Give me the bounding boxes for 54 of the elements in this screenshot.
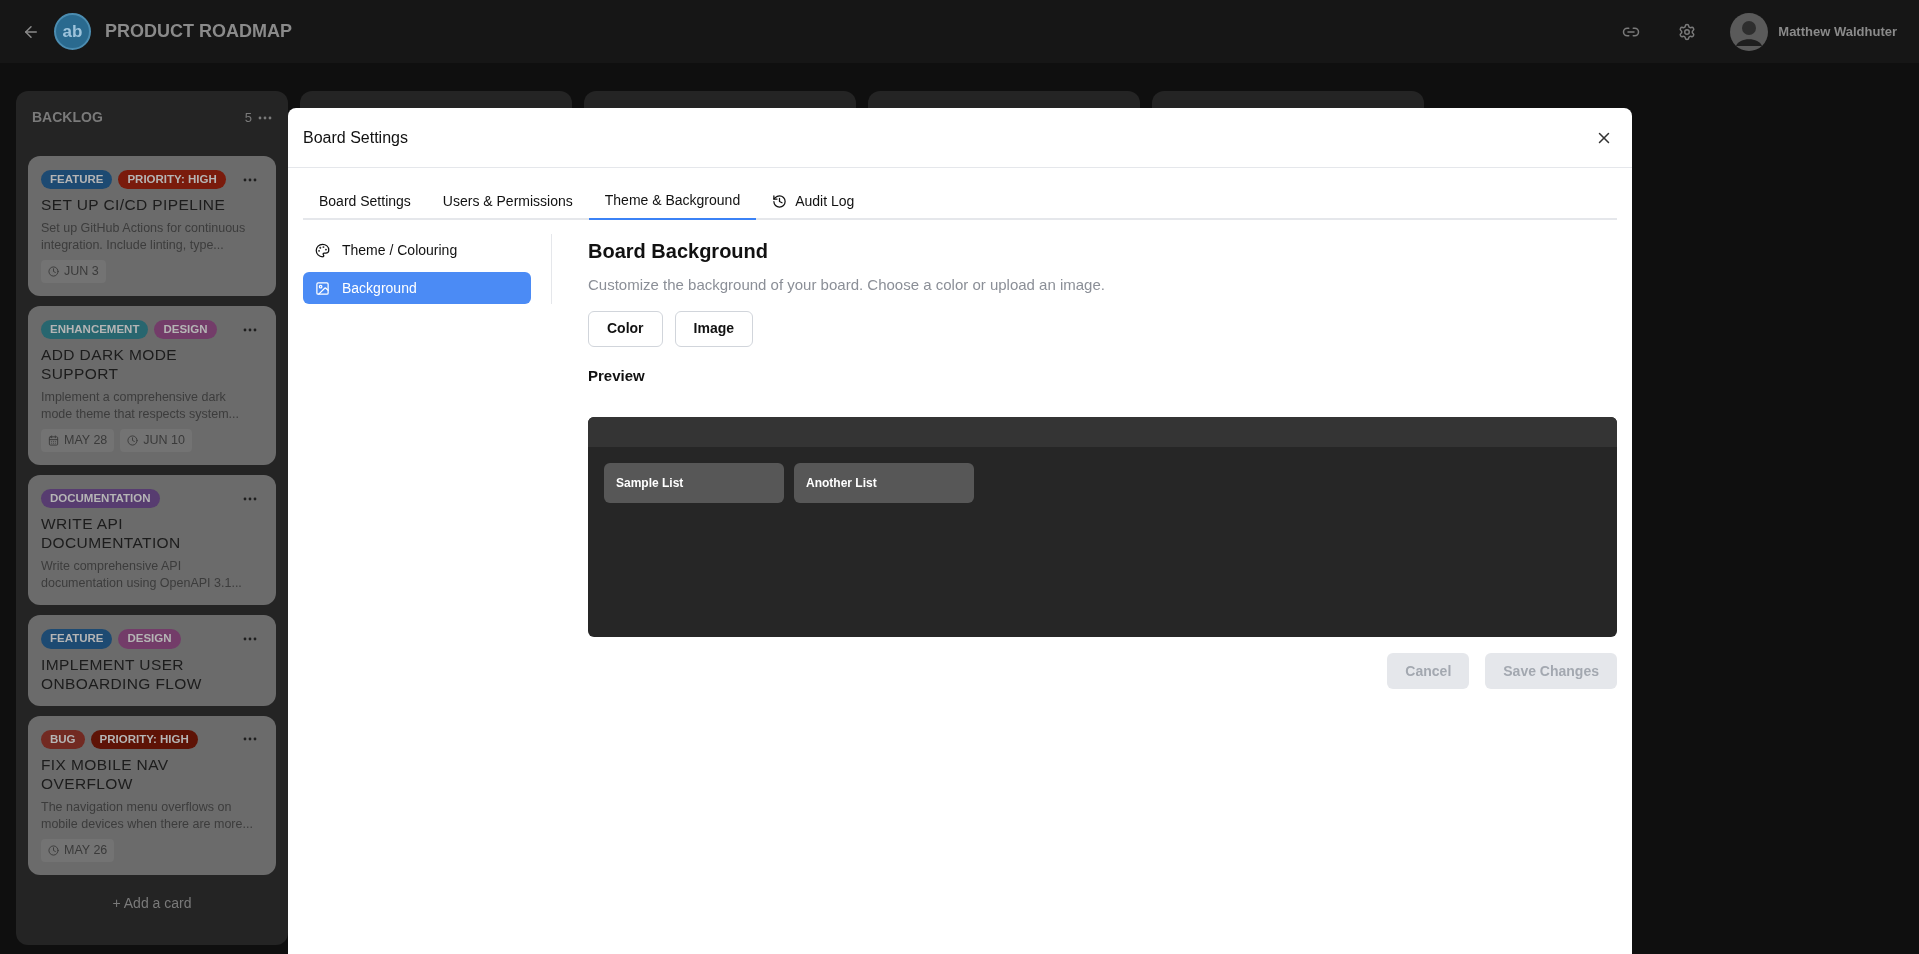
tag: BUG: [41, 729, 85, 749]
more-icon[interactable]: [243, 177, 257, 182]
tab[interactable]: Theme & Background: [588, 182, 757, 220]
tag: DESIGN: [154, 320, 217, 340]
avatar[interactable]: [1730, 12, 1769, 51]
add-card-button[interactable]: + Add a card: [112, 892, 192, 914]
card-title: IMPLEMENT USER ONBOARDING FLOW: [41, 654, 203, 693]
more-icon[interactable]: [243, 496, 257, 501]
card-title: ADD DARK MODE SUPPORT: [41, 345, 178, 384]
tag: PRIORITY: HIGH: [90, 729, 198, 749]
more-icon[interactable]: [258, 115, 272, 120]
more-icon[interactable]: [243, 737, 257, 742]
section-heading: Board Background: [588, 239, 770, 264]
tag: FEATURE: [41, 629, 113, 649]
tag: FEATURE: [41, 170, 113, 190]
date-chip: MAY 28: [41, 429, 115, 452]
tab[interactable]: Users & Permissions: [426, 182, 589, 220]
sidebar-item[interactable]: Background: [303, 272, 531, 304]
column-title: BACKLOG: [32, 108, 103, 127]
user-name: Matthew Waldhuter: [1778, 22, 1897, 41]
preview-list: Another List: [794, 463, 974, 503]
dialog-title: Board Settings: [303, 127, 408, 148]
preview-list: Sample List: [604, 463, 784, 503]
clock-icon: [127, 435, 139, 447]
more-icon[interactable]: [243, 636, 257, 641]
tab[interactable]: Board Settings: [303, 182, 427, 220]
tag: PRIORITY: HIGH: [118, 170, 226, 190]
calendar-icon: [48, 435, 59, 447]
more-icon[interactable]: [243, 327, 257, 332]
board-title: PRODUCT ROADMAP: [105, 20, 292, 43]
card-count: 5: [244, 108, 252, 127]
image-icon: [315, 280, 330, 296]
background-type-button[interactable]: Color: [588, 310, 663, 347]
tab[interactable]: Audit Log: [756, 182, 871, 220]
settings-icon[interactable]: [1678, 22, 1697, 41]
date-chip: MAY 26: [41, 838, 115, 862]
logo: ab: [54, 13, 91, 50]
tag: DOCUMENTATION: [41, 489, 160, 509]
tag: DESIGN: [118, 629, 181, 649]
clock-icon: [48, 266, 59, 278]
date-chip: JUN 3: [41, 260, 106, 283]
card-title: SET UP CI/CD PIPELINE: [41, 195, 227, 215]
history-icon: [772, 193, 788, 209]
section-description: Customize the background of your board. Choose a color or upload an image.: [588, 275, 1106, 295]
date-chip: JUN 10: [120, 429, 192, 452]
sidebar-item[interactable]: Theme / Colouring: [303, 234, 531, 266]
card-title: WRITE API DOCUMENTATION: [41, 514, 182, 553]
background-type-button[interactable]: Image: [674, 310, 754, 347]
palette-icon: [315, 242, 330, 258]
clock-icon: [48, 844, 59, 856]
preview-label: Preview: [588, 365, 646, 386]
task-card[interactable]: FEATURE DESIGN IMPLEMENT USER ONBOARDING FLOW: [28, 615, 276, 706]
tag: ENHANCEMENT: [41, 320, 149, 340]
card-title: FIX MOBILE NAV OVERFLOW: [41, 754, 170, 793]
